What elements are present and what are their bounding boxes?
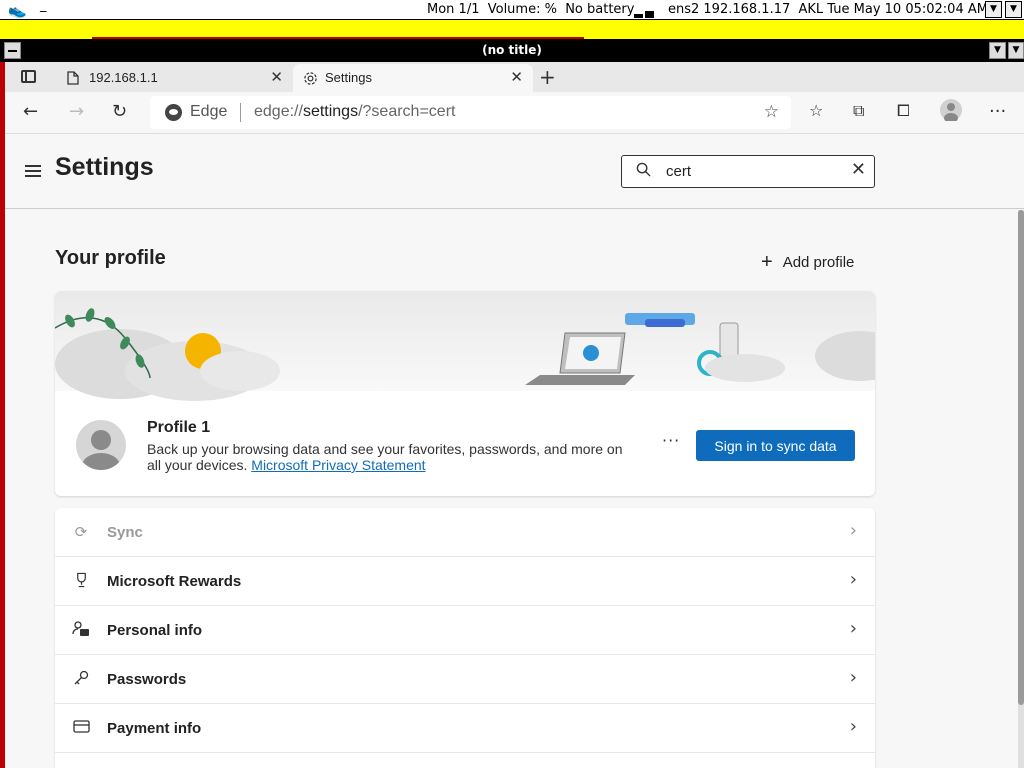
hamburger-menu-icon[interactable]: [25, 165, 41, 177]
more-options-icon[interactable]: ···: [662, 431, 680, 450]
desktop-background: [0, 21, 1024, 38]
avatar: [76, 420, 126, 470]
window-minimize-button[interactable]: ▼: [989, 42, 1006, 59]
tab-192-168-1-1[interactable]: 192.168.1.1 ✕: [57, 64, 293, 92]
profile-card: Profile 1 Back up your browsing data and…: [55, 291, 875, 496]
search-icon: [636, 162, 651, 181]
chevron-right-icon: ›: [849, 618, 857, 639]
page-title: Settings: [55, 153, 154, 181]
close-icon[interactable]: ✕: [510, 68, 523, 86]
window-maximize-button[interactable]: ▼: [1008, 42, 1024, 59]
privacy-statement-link[interactable]: Microsoft Privacy Statement: [251, 457, 425, 473]
vine-illustration: [55, 308, 151, 379]
profile-settings-list: ⟳ Sync › Microsoft Rewards › Personal in…: [55, 508, 875, 768]
browser-viewport: 192.168.1.1 ✕ Settings ✕ + ← → ↻ Edge ed…: [5, 62, 1024, 768]
shoe-logo-icon[interactable]: 👟: [8, 1, 27, 19]
edge-logo-icon: [165, 104, 182, 121]
chevron-right-icon: ›: [849, 667, 857, 688]
list-item-payment-info[interactable]: Payment info ›: [55, 704, 875, 753]
system-status-right: ens2 192.168.1.17 AKL Tue May 10 05:02:0…: [668, 2, 988, 17]
chevron-right-icon: ›: [849, 569, 857, 590]
window-menu-button[interactable]: [4, 42, 21, 59]
new-tab-icon[interactable]: +: [539, 65, 556, 89]
credit-card-icon: [72, 719, 90, 737]
search-input[interactable]: [666, 161, 826, 182]
page-icon: [67, 71, 79, 88]
key-icon: [72, 670, 90, 688]
extensions-icon[interactable]: ⧠: [897, 101, 910, 121]
tab-label: 192.168.1.1: [89, 70, 158, 85]
add-favorite-icon[interactable]: ☆: [764, 102, 779, 122]
chevron-right-icon: ›: [849, 520, 857, 541]
list-item-sync[interactable]: ⟳ Sync ›: [55, 508, 875, 557]
divider: [240, 103, 241, 122]
system-status-bar: 👟 _ Mon 1/1 Volume: % No battery ens2 19…: [0, 0, 1024, 20]
sign-in-button[interactable]: Sign in to sync data: [696, 430, 855, 461]
window-title: (no title): [0, 39, 1024, 62]
tab-strip: 192.168.1.1 ✕ Settings ✕ +: [5, 62, 1024, 92]
tab-settings[interactable]: Settings ✕: [293, 64, 533, 92]
collections-icon[interactable]: ⧉: [853, 101, 864, 121]
favorites-icon[interactable]: ☆: [809, 101, 823, 120]
cloud-shape: [815, 331, 875, 381]
list-item-label: Payment info: [107, 720, 202, 737]
list-item-personal-info[interactable]: Personal info ›: [55, 606, 875, 655]
address-bar[interactable]: Edge edge://settings/?search=cert ☆: [150, 96, 791, 129]
gear-icon: [303, 71, 318, 89]
profile-banner-illustration: [55, 291, 875, 401]
plus-icon: +: [761, 251, 773, 273]
address-toolbar: ← → ↻ Edge edge://settings/?search=cert …: [5, 92, 1024, 134]
chevron-down-icon[interactable]: ▼: [985, 1, 1002, 18]
close-icon[interactable]: ✕: [270, 68, 283, 86]
trophy-icon: [72, 572, 90, 590]
list-item-label: Microsoft Rewards: [107, 573, 242, 590]
profile-row: Profile 1 Back up your browsing data and…: [55, 391, 875, 496]
list-item-passwords[interactable]: Passwords ›: [55, 655, 875, 704]
cloud-shape: [200, 351, 280, 391]
tab-label: Settings: [325, 70, 372, 85]
section-heading: Your profile: [55, 247, 166, 269]
refresh-icon[interactable]: ↻: [112, 101, 127, 122]
url-text[interactable]: edge://settings/?search=cert: [254, 103, 455, 121]
forward-arrow-icon[interactable]: →: [69, 101, 84, 122]
settings-header: Settings ✕: [5, 135, 1024, 209]
devices-illustration: [525, 313, 785, 385]
back-arrow-icon[interactable]: ←: [23, 101, 38, 122]
list-item-label: Sync: [107, 524, 143, 541]
settings-content: Your profile + Add profile Profile 1 Bac…: [5, 210, 1018, 768]
person-card-icon: [72, 621, 90, 639]
tab-actions-icon[interactable]: [21, 70, 36, 83]
settings-search[interactable]: ✕: [621, 155, 875, 188]
list-item-microsoft-rewards[interactable]: Microsoft Rewards ›: [55, 557, 875, 606]
system-status-left: Mon 1/1 Volume: % No battery: [427, 2, 635, 17]
browser-label: Edge: [190, 103, 228, 120]
profile-avatar-icon[interactable]: [940, 99, 962, 126]
scrollbar[interactable]: [1018, 210, 1024, 768]
profile-name: Profile 1: [147, 419, 211, 436]
list-item-label: Personal info: [107, 622, 203, 639]
profile-description: Back up your browsing data and see your …: [147, 441, 623, 473]
network-bars-icon: [634, 10, 656, 18]
add-profile-button[interactable]: + Add profile: [761, 250, 854, 273]
scrollbar-thumb[interactable]: [1018, 210, 1024, 705]
clear-search-icon[interactable]: ✕: [851, 159, 866, 180]
chevron-right-icon: ›: [849, 716, 857, 737]
more-options-icon[interactable]: ···: [989, 101, 1006, 122]
chevron-down-icon[interactable]: ▼: [1005, 1, 1022, 18]
system-dash: _: [40, 0, 47, 13]
list-item-label: Passwords: [107, 671, 187, 688]
sync-icon: ⟳: [74, 523, 88, 541]
